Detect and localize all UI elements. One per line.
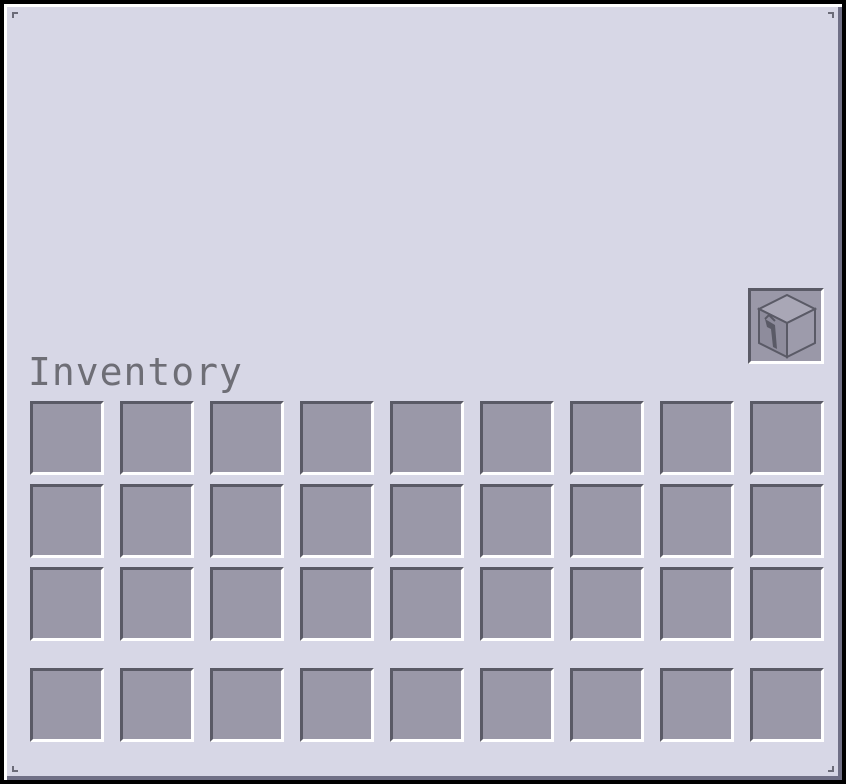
inventory-slot[interactable] xyxy=(480,567,554,641)
inventory-slot[interactable] xyxy=(390,484,464,558)
hotbar-slot[interactable] xyxy=(390,668,464,742)
inventory-slot[interactable] xyxy=(660,401,734,475)
inventory-slot[interactable] xyxy=(300,567,374,641)
corner-mark xyxy=(12,12,18,18)
hotbar-slot[interactable] xyxy=(570,668,644,742)
inventory-panel: Inventory xyxy=(0,0,846,784)
corner-mark xyxy=(828,766,834,772)
hotbar-slot[interactable] xyxy=(750,668,824,742)
inventory-slot[interactable] xyxy=(660,567,734,641)
inventory-title: Inventory xyxy=(28,350,243,394)
special-slot[interactable] xyxy=(748,288,824,364)
inventory-slot[interactable] xyxy=(210,567,284,641)
inventory-slot[interactable] xyxy=(570,567,644,641)
inventory-slot[interactable] xyxy=(750,567,824,641)
corner-mark xyxy=(12,766,18,772)
corner-mark xyxy=(828,12,834,18)
inventory-slot[interactable] xyxy=(390,401,464,475)
inventory-slot[interactable] xyxy=(750,484,824,558)
inventory-slot[interactable] xyxy=(390,567,464,641)
inventory-slot[interactable] xyxy=(120,567,194,641)
inventory-slot[interactable] xyxy=(30,401,104,475)
inventory-slot[interactable] xyxy=(210,484,284,558)
inventory-slot[interactable] xyxy=(570,484,644,558)
inventory-slot[interactable] xyxy=(30,484,104,558)
inventory-slot[interactable] xyxy=(120,401,194,475)
inventory-slot[interactable] xyxy=(660,484,734,558)
inventory-slot[interactable] xyxy=(480,401,554,475)
crafting-box-icon xyxy=(756,293,818,359)
inventory-slot[interactable] xyxy=(300,401,374,475)
hotbar-slot[interactable] xyxy=(300,668,374,742)
inventory-slot[interactable] xyxy=(210,401,284,475)
inventory-slot[interactable] xyxy=(30,567,104,641)
hotbar-slot[interactable] xyxy=(480,668,554,742)
inventory-slot[interactable] xyxy=(570,401,644,475)
inventory-slot[interactable] xyxy=(480,484,554,558)
hotbar-slot[interactable] xyxy=(30,668,104,742)
hotbar-slot[interactable] xyxy=(210,668,284,742)
inventory-slot[interactable] xyxy=(750,401,824,475)
hotbar-slot[interactable] xyxy=(120,668,194,742)
hotbar-slot[interactable] xyxy=(660,668,734,742)
inventory-slot[interactable] xyxy=(300,484,374,558)
inventory-slot[interactable] xyxy=(120,484,194,558)
